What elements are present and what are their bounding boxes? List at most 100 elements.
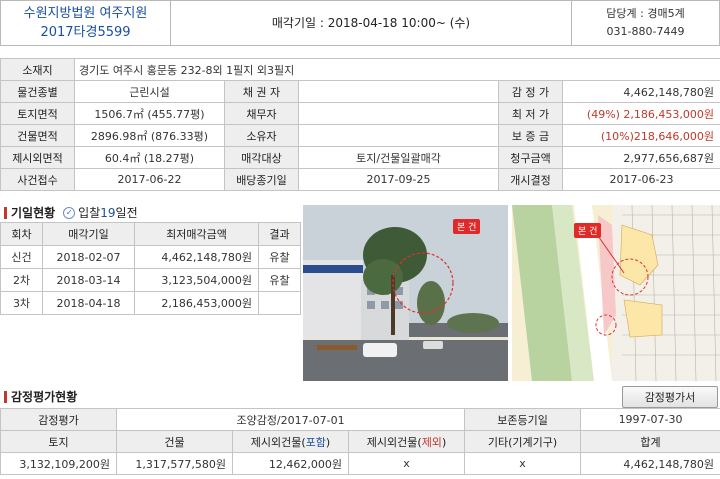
info-label: 보 증 금 [498,124,563,147]
appraisal-label: 감정평가 [0,408,117,431]
property-info-table: 소재지 경기도 여주시 홍문동 232-8외 1필지 외3필지 물건종별 근린시… [0,58,720,191]
dept-box: 담당계 : 경매5계 031-880-7449 [571,1,719,45]
info-label: 매각대상 [224,146,299,169]
col-header: 기타(기계기구) [464,430,582,453]
header-keyword: 포함 [305,435,326,449]
section-marker [4,390,7,403]
sale-history-table: 회차 매각기일 최저매각금액 결과 신건 2018-02-07 4,462,14… [0,222,301,315]
info-label: 건물면적 [0,124,75,147]
photo-tag: 본 건 [453,219,481,234]
col-header: 건물 [116,430,233,453]
registration-date: 1997-07-30 [580,408,720,431]
info-value [298,102,499,125]
court-name: 수원지방법원 여주지원 [23,6,148,21]
info-label: 사건접수 [0,168,75,191]
info-label: 배당종기일 [224,168,299,191]
land-value: 3,132,109,200원 [0,452,117,475]
bid-suffix: 일전 [115,206,138,220]
price: 4,462,148,780원 [134,245,259,269]
col-header: 토지 [0,430,117,453]
info-label: 청구금액 [498,146,563,169]
date: 2018-04-18 [42,291,135,315]
col-header: 제시외건물(제외) [347,430,466,453]
date: 2018-03-14 [42,268,135,292]
info-value: 2017-09-25 [298,168,499,191]
info-label: 제시외면적 [0,146,75,169]
date: 2018-02-07 [42,245,135,269]
case-number: 2017타경5599 [40,25,131,40]
info-label: 물건종별 [0,80,75,103]
info-row: 제시외면적 60.4㎡ (18.27평) 매각대상 토지/건물일괄매각 청구금액… [0,146,720,169]
building-value: 1,317,577,580원 [116,452,233,475]
info-row: 건물면적 2896.98㎡ (876.33평) 소유자 보 증 금 (10%)2… [0,124,720,147]
info-value: 토지/건물일괄매각 [298,146,499,169]
address-label: 소재지 [0,58,75,81]
info-label: 소유자 [224,124,299,147]
table-row: 신건 2018-02-07 4,462,148,780원 유찰 [0,245,301,269]
header-text: ) [441,435,447,449]
address-extra: 외3필지 [253,63,295,77]
appraisal-values-row: 3,132,109,200원 1,317,577,580원 12,462,000… [0,452,720,475]
address-value: 경기도 여주시 홍문동 232-8외 1필지 외3필지 [73,58,720,81]
deposit: (10%)218,646,000원 [561,124,720,147]
result: 유찰 [258,268,301,292]
info-label: 최 저 가 [498,102,563,125]
appraisal-report-button[interactable]: 감정평가서 [622,386,718,408]
court-case-box: 수원지방법원 여주지원 2017타경5599 [1,1,171,45]
header-text: 제시외건물( [366,435,422,449]
header-keyword: 제외 [421,435,442,449]
address-row: 소재지 경기도 여주시 홍문동 232-8외 1필지 외3필지 [0,58,720,81]
result: 유찰 [258,245,301,269]
table-row: 2차 2018-03-14 3,123,504,000원 유찰 [0,268,301,292]
header-text: 제시외건물( [250,435,306,449]
result [258,291,301,315]
round: 2차 [0,268,43,292]
round: 3차 [0,291,43,315]
bid-days: 19 [100,206,116,220]
cadastral-map-image [512,205,720,381]
info-label: 채무자 [224,102,299,125]
section-marker [4,206,7,219]
info-value: 2017-06-23 [561,168,720,191]
dept-name: 담당계 : 경매5계 [606,7,685,20]
col-header: 최저매각금액 [134,222,259,246]
info-label: 채 권 자 [224,80,299,103]
appraisal-header-row: 토지 건물 제시외건물(포함) 제시외건물(제외) 기타(기계기구) 합계 [0,430,720,453]
check-circle-icon: ✓ [63,206,76,219]
registration-label: 보존등기일 [464,408,582,431]
info-row: 사건접수 2017-06-22 배당종기일 2017-09-25 개시결정 20… [0,168,720,191]
location-map[interactable]: 본 건 [512,205,720,381]
table-row: 3차 2018-04-18 2,186,453,000원 [0,291,301,315]
appraisal-title: 감정평가현황 [4,388,77,405]
info-value: 2017-06-22 [74,168,225,191]
excluded-value: x [347,452,466,475]
info-value: 60.4㎡ (18.27평) [74,146,225,169]
bid-countdown: 입찰19일전 [78,204,137,221]
schedule-title: 기일현황 ✓ 입찰19일전 [4,204,138,221]
appraisal-price: 4,462,148,780원 [561,80,720,103]
col-header: 회차 [0,222,43,246]
col-header: 결과 [258,222,301,246]
claim-amount: 2,977,656,687원 [561,146,720,169]
info-value [298,124,499,147]
appraiser-value: 조양감정/2017-07-01 [115,408,466,431]
history-header: 회차 매각기일 최저매각금액 결과 [0,222,301,246]
col-header: 합계 [580,430,720,453]
appraisal-row: 감정평가 조양감정/2017-07-01 보존등기일 1997-07-30 [0,408,720,431]
info-value [298,80,499,103]
etc-value: x [464,452,582,475]
map-tag: 본 건 [574,223,602,238]
round: 신건 [0,245,43,269]
col-header: 매각기일 [42,222,135,246]
case-header: 수원지방법원 여주지원 2017타경5599 매각기일 : 2018-04-18… [0,0,720,46]
info-label: 감 정 가 [498,80,563,103]
minimum-price: (49%) 2,186,453,000원 [561,102,720,125]
info-value: 1506.7㎡ (455.77평) [74,102,225,125]
schedule-title-text: 기일현황 [11,206,56,220]
info-label: 개시결정 [498,168,563,191]
property-photo[interactable]: 본 건 [303,205,508,381]
info-value: 2896.98㎡ (876.33평) [74,124,225,147]
bid-prefix: 입찰 [78,206,101,220]
appraisal-table: 감정평가 조양감정/2017-07-01 보존등기일 1997-07-30 토지… [0,408,720,475]
col-header: 제시외건물(포함) [232,430,349,453]
